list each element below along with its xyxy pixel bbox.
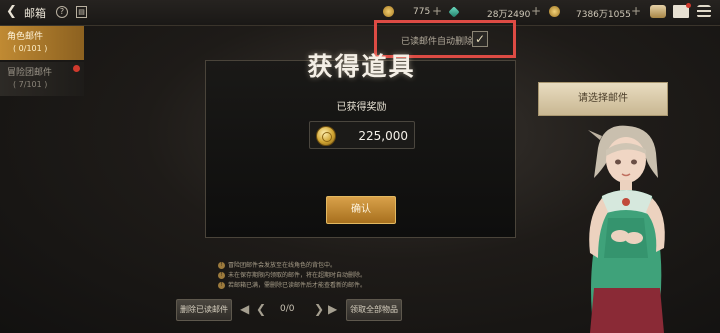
auto-delete-checkbox[interactable]: ✓: [472, 31, 488, 47]
tab-character-mail[interactable]: 角色邮件 ( 0/101 ): [0, 26, 84, 60]
back-arrow-icon[interactable]: ❮: [6, 4, 17, 19]
note-line: ! 若邮箱已满，需删除已读邮件后才能查看新的邮件。: [218, 280, 518, 290]
info-icon: !: [218, 272, 225, 279]
info-icon: !: [218, 282, 225, 289]
delete-read-mail-button[interactable]: 删除已读邮件: [176, 299, 232, 321]
gold-coin-icon: [316, 126, 336, 146]
claim-all-items-button[interactable]: 领取全部物品: [346, 299, 402, 321]
cake-icon[interactable]: [650, 5, 666, 18]
currency-value: 7386万1055: [576, 10, 631, 20]
dialog-title: 获得道具: [307, 52, 416, 81]
tab-count: ( 7/101 ): [13, 80, 48, 89]
select-mail-prompt: 请选择邮件: [538, 82, 668, 116]
tab-adventure-team-mail[interactable]: 冒险团邮件 ( 7/101 ): [0, 62, 84, 96]
note-line: ! 未在保存期限内领取的邮件，将在超期时自动删除。: [218, 270, 518, 280]
add-currency-button[interactable]: +: [531, 4, 541, 18]
character-portrait: [588, 125, 665, 333]
help-icon[interactable]: ?: [56, 6, 68, 18]
note-line: ! 冒险团邮件会发放至在线角色的背包中。: [218, 260, 518, 270]
gem-icon: [448, 6, 460, 18]
coin-icon: [549, 6, 560, 17]
currency-value: 28万2490: [487, 10, 531, 20]
tab-count: ( 0/101 ): [13, 44, 48, 53]
mail-notes: ! 冒险团邮件会发放至在线角色的背包中。 ! 未在保存期限内领取的邮件，将在超期时自…: [218, 260, 518, 290]
reward-item: 225,000: [309, 121, 415, 149]
mail-sidebar: 角色邮件 ( 0/101 ) 冒险团邮件 ( 7/101 ): [0, 26, 84, 333]
next-page-icon[interactable]: ❯: [314, 302, 324, 316]
confirm-button[interactable]: 确认: [326, 196, 396, 224]
prev-page-icon[interactable]: ❮: [256, 302, 266, 316]
page-title: 邮箱: [24, 7, 46, 20]
tab-label: 角色邮件: [7, 32, 44, 42]
item-received-dialog: 获得道具 已获得奖励 225,000 确认: [205, 52, 516, 238]
note-text: 未在保存期限内领取的邮件，将在超期时自动删除。: [228, 272, 367, 279]
last-page-icon[interactable]: ▶: [328, 302, 337, 316]
currency-value: 775: [413, 7, 431, 17]
add-currency-button[interactable]: +: [631, 4, 641, 18]
tab-notification-dot: [73, 65, 80, 72]
first-page-icon[interactable]: ◀: [240, 302, 249, 316]
gold-coin-icon: [383, 6, 394, 17]
menu-icon[interactable]: [697, 5, 711, 18]
mail-notification-dot: [686, 3, 691, 8]
info-icon: !: [218, 262, 225, 269]
reward-amount: 225,000: [358, 129, 408, 143]
note-text: 冒险团邮件会发放至在线角色的背包中。: [228, 262, 337, 269]
tab-label: 冒险团邮件: [7, 68, 53, 78]
calendar-icon[interactable]: ▤: [76, 6, 87, 18]
add-currency-button[interactable]: +: [432, 4, 442, 18]
dialog-subtitle: 已获得奖励: [336, 102, 387, 113]
note-text: 若邮箱已满，需删除已读邮件后才能查看新的邮件。: [228, 282, 367, 289]
page-indicator: 0/0: [280, 304, 295, 314]
auto-delete-label: 已读邮件自动删除: [401, 37, 474, 47]
top-bar: ❮ 邮箱 ? ▤ 775 + 28万2490 + 7386万1055 +: [0, 0, 720, 26]
